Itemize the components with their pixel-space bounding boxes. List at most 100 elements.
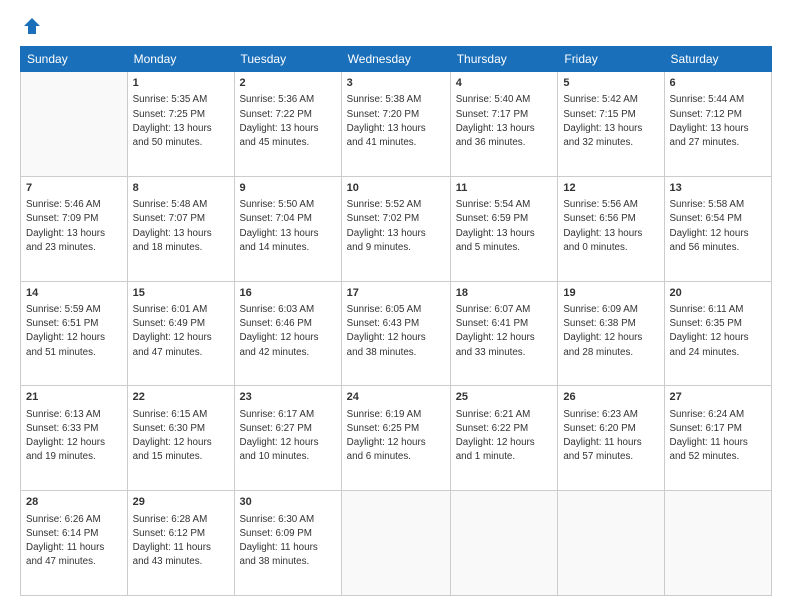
day-info: Sunrise: 6:01 AMSunset: 6:49 PMDaylight:… [133, 303, 229, 360]
day-info: Sunrise: 5:56 AMSunset: 6:56 PMDaylight:… [563, 198, 658, 255]
day-number: 19 [563, 286, 658, 301]
weekday-header-sunday: Sunday [21, 47, 128, 72]
calendar-cell: 15 Sunrise: 6:01 AMSunset: 6:49 PMDayligh… [127, 281, 234, 386]
calendar-cell: 25 Sunrise: 6:21 AMSunset: 6:22 PMDayligh… [450, 386, 558, 491]
day-number: 7 [26, 181, 122, 196]
calendar-cell: 18 Sunrise: 6:07 AMSunset: 6:41 PMDayligh… [450, 281, 558, 386]
calendar-cell: 26 Sunrise: 6:23 AMSunset: 6:20 PMDayligh… [558, 386, 664, 491]
day-info: Sunrise: 5:59 AMSunset: 6:51 PMDaylight:… [26, 303, 122, 360]
day-info: Sunrise: 5:58 AMSunset: 6:54 PMDaylight:… [670, 198, 766, 255]
day-number: 8 [133, 181, 229, 196]
day-info: Sunrise: 5:40 AMSunset: 7:17 PMDaylight:… [456, 93, 553, 150]
day-info: Sunrise: 5:42 AMSunset: 7:15 PMDaylight:… [563, 93, 658, 150]
calendar-cell: 27 Sunrise: 6:24 AMSunset: 6:17 PMDayligh… [664, 386, 771, 491]
day-number: 17 [347, 286, 445, 301]
logo [20, 16, 42, 36]
day-number: 23 [240, 390, 336, 405]
weekday-header-friday: Friday [558, 47, 664, 72]
calendar-cell [341, 491, 450, 596]
day-info: Sunrise: 6:17 AMSunset: 6:27 PMDaylight:… [240, 408, 336, 465]
day-number: 14 [26, 286, 122, 301]
day-number: 24 [347, 390, 445, 405]
weekday-header-monday: Monday [127, 47, 234, 72]
calendar-cell: 16 Sunrise: 6:03 AMSunset: 6:46 PMDayligh… [234, 281, 341, 386]
calendar-cell: 19 Sunrise: 6:09 AMSunset: 6:38 PMDayligh… [558, 281, 664, 386]
day-number: 2 [240, 76, 336, 91]
calendar-cell: 14 Sunrise: 5:59 AMSunset: 6:51 PMDayligh… [21, 281, 128, 386]
day-info: Sunrise: 6:11 AMSunset: 6:35 PMDaylight:… [670, 303, 766, 360]
day-info: Sunrise: 6:05 AMSunset: 6:43 PMDaylight:… [347, 303, 445, 360]
day-info: Sunrise: 5:36 AMSunset: 7:22 PMDaylight:… [240, 93, 336, 150]
weekday-header-thursday: Thursday [450, 47, 558, 72]
logo-icon [22, 16, 42, 36]
calendar-cell: 2 Sunrise: 5:36 AMSunset: 7:22 PMDaylight… [234, 72, 341, 177]
calendar-cell: 17 Sunrise: 6:05 AMSunset: 6:43 PMDayligh… [341, 281, 450, 386]
calendar-cell [450, 491, 558, 596]
day-number: 11 [456, 181, 553, 196]
day-number: 16 [240, 286, 336, 301]
day-number: 12 [563, 181, 658, 196]
calendar-cell: 1Sunrise: 5:35 AMSunset: 7:25 PMDaylight… [127, 72, 234, 177]
weekday-header-saturday: Saturday [664, 47, 771, 72]
calendar-cell: 21 Sunrise: 6:13 AMSunset: 6:33 PMDayligh… [21, 386, 128, 491]
day-number: 6 [670, 76, 766, 91]
day-info: Sunrise: 6:28 AMSunset: 6:12 PMDaylight:… [133, 513, 229, 570]
day-info: Sunrise: 6:07 AMSunset: 6:41 PMDaylight:… [456, 303, 553, 360]
day-info: Sunrise: 6:21 AMSunset: 6:22 PMDaylight:… [456, 408, 553, 465]
day-number: 22 [133, 390, 229, 405]
day-info: Sunrise: 5:44 AMSunset: 7:12 PMDaylight:… [670, 93, 766, 150]
calendar-cell: 5 Sunrise: 5:42 AMSunset: 7:15 PMDaylight… [558, 72, 664, 177]
calendar-cell: 10 Sunrise: 5:52 AMSunset: 7:02 PMDayligh… [341, 176, 450, 281]
calendar-cell: 24 Sunrise: 6:19 AMSunset: 6:25 PMDayligh… [341, 386, 450, 491]
calendar-cell: 7 Sunrise: 5:46 AMSunset: 7:09 PMDaylight… [21, 176, 128, 281]
calendar-cell: 22Sunrise: 6:15 AMSunset: 6:30 PMDayligh… [127, 386, 234, 491]
day-number: 26 [563, 390, 658, 405]
calendar-cell: 3 Sunrise: 5:38 AMSunset: 7:20 PMDaylight… [341, 72, 450, 177]
weekday-header-wednesday: Wednesday [341, 47, 450, 72]
day-info: Sunrise: 5:35 AMSunset: 7:25 PMDaylight:… [133, 93, 229, 150]
day-number: 4 [456, 76, 553, 91]
day-number: 28 [26, 495, 122, 510]
day-number: 21 [26, 390, 122, 405]
day-number: 3 [347, 76, 445, 91]
day-number: 13 [670, 181, 766, 196]
calendar-cell: 30 Sunrise: 6:30 AMSunset: 6:09 PMDayligh… [234, 491, 341, 596]
day-info: Sunrise: 5:54 AMSunset: 6:59 PMDaylight:… [456, 198, 553, 255]
calendar: SundayMondayTuesdayWednesdayThursdayFrid… [20, 46, 772, 596]
day-info: Sunrise: 6:30 AMSunset: 6:09 PMDaylight:… [240, 513, 336, 570]
day-info: Sunrise: 6:03 AMSunset: 6:46 PMDaylight:… [240, 303, 336, 360]
calendar-cell: 4 Sunrise: 5:40 AMSunset: 7:17 PMDaylight… [450, 72, 558, 177]
day-number: 29 [133, 495, 229, 510]
day-number: 27 [670, 390, 766, 405]
day-info: Sunrise: 6:24 AMSunset: 6:17 PMDaylight:… [670, 408, 766, 465]
day-info: Sunrise: 6:13 AMSunset: 6:33 PMDaylight:… [26, 408, 122, 465]
calendar-cell [664, 491, 771, 596]
day-number: 30 [240, 495, 336, 510]
day-info: Sunrise: 5:48 AMSunset: 7:07 PMDaylight:… [133, 198, 229, 255]
day-info: Sunrise: 6:23 AMSunset: 6:20 PMDaylight:… [563, 408, 658, 465]
day-number: 5 [563, 76, 658, 91]
calendar-cell: 8 Sunrise: 5:48 AMSunset: 7:07 PMDaylight… [127, 176, 234, 281]
calendar-cell: 13 Sunrise: 5:58 AMSunset: 6:54 PMDayligh… [664, 176, 771, 281]
day-number: 25 [456, 390, 553, 405]
day-info: Sunrise: 6:26 AMSunset: 6:14 PMDaylight:… [26, 513, 122, 570]
calendar-cell: 9Sunrise: 5:50 AMSunset: 7:04 PMDaylight… [234, 176, 341, 281]
calendar-cell [21, 72, 128, 177]
calendar-cell: 28 Sunrise: 6:26 AMSunset: 6:14 PMDayligh… [21, 491, 128, 596]
calendar-cell [558, 491, 664, 596]
day-info: Sunrise: 5:50 AMSunset: 7:04 PMDaylight:… [240, 198, 336, 255]
day-number: 18 [456, 286, 553, 301]
weekday-header-tuesday: Tuesday [234, 47, 341, 72]
day-info: Sunrise: 6:19 AMSunset: 6:25 PMDaylight:… [347, 408, 445, 465]
day-number: 15 [133, 286, 229, 301]
day-info: Sunrise: 5:46 AMSunset: 7:09 PMDaylight:… [26, 198, 122, 255]
calendar-cell: 23 Sunrise: 6:17 AMSunset: 6:27 PMDayligh… [234, 386, 341, 491]
day-number: 10 [347, 181, 445, 196]
calendar-cell: 29 Sunrise: 6:28 AMSunset: 6:12 PMDayligh… [127, 491, 234, 596]
day-info: Sunrise: 5:52 AMSunset: 7:02 PMDaylight:… [347, 198, 445, 255]
page: SundayMondayTuesdayWednesdayThursdayFrid… [0, 0, 792, 612]
calendar-cell: 12 Sunrise: 5:56 AMSunset: 6:56 PMDayligh… [558, 176, 664, 281]
day-info: Sunrise: 6:09 AMSunset: 6:38 PMDaylight:… [563, 303, 658, 360]
calendar-cell: 11 Sunrise: 5:54 AMSunset: 6:59 PMDayligh… [450, 176, 558, 281]
day-info: Sunrise: 5:38 AMSunset: 7:20 PMDaylight:… [347, 93, 445, 150]
